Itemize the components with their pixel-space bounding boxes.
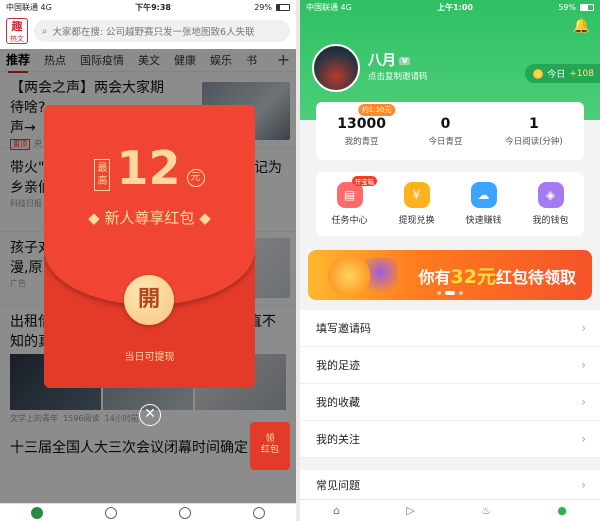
coin-icon xyxy=(533,68,544,79)
task-center-button[interactable]: 开宝箱 ▤ 任务中心 xyxy=(320,176,380,226)
fire-icon[interactable] xyxy=(179,506,191,519)
treasure-badge: 开宝箱 xyxy=(351,176,377,186)
carrier: 中国联通 xyxy=(306,2,338,12)
stats-card: 约1.30元 13000 我的青豆 0 今日青豆 1 今日阅读(分钟) xyxy=(316,102,584,160)
status-bar: 中国联通 4G 下午9:38 29% xyxy=(0,0,296,14)
promo-banner[interactable]: 你有32元红包待领取 xyxy=(308,250,592,300)
quick-earn-button[interactable]: ☁ 快速赚钱 xyxy=(454,182,514,226)
left-phone-screen: 中国联通 4G 下午9:38 29% 趣热文 ⌕ 大家都在搜: 公司越野赛只发一张… xyxy=(0,0,296,521)
purse-icon: ◈ xyxy=(537,182,564,208)
home-icon[interactable] xyxy=(31,506,43,519)
max-label: 最高 xyxy=(94,159,111,191)
avatar[interactable] xyxy=(312,44,360,92)
video-icon[interactable] xyxy=(105,506,117,519)
amount-unit: 元 xyxy=(186,169,205,187)
menu-following[interactable]: 我的关注 › xyxy=(300,421,600,458)
menu-favorites[interactable]: 我的收藏 › xyxy=(300,384,600,421)
amount-value: 12 xyxy=(116,141,181,195)
network: 4G xyxy=(340,2,352,12)
envelope-subtitle: 当日可提现 xyxy=(124,352,175,363)
right-phone-screen: 中国联通 4G 上午1:00 59% 🔔 八月 V 点击复制邀请码 今日 +108 … xyxy=(300,0,600,521)
stat-today-beans[interactable]: 0 今日青豆 xyxy=(429,116,463,147)
bell-icon[interactable]: 🔔 xyxy=(573,18,590,34)
battery-percent: 59% xyxy=(558,2,576,12)
cloud-icon: ☁ xyxy=(470,182,497,208)
clock: 上午1:00 xyxy=(437,2,473,12)
carousel-dots xyxy=(308,291,592,295)
stat-today-reading[interactable]: 1 今日阅读(分钟) xyxy=(505,116,563,147)
search-icon: ⌕ xyxy=(42,25,48,37)
claim-envelope-button[interactable]: 领红包 xyxy=(250,422,290,470)
profile-icon[interactable] xyxy=(253,506,265,519)
video-icon[interactable]: ▷ xyxy=(406,504,414,517)
copy-invite-code[interactable]: 点击复制邀请码 xyxy=(368,70,428,82)
search-input[interactable]: ⌕ 大家都在搜: 公司越野赛只发一张地图致6人失联 xyxy=(34,20,290,42)
clock: 下午9:38 xyxy=(135,2,171,12)
open-envelope-button[interactable]: 開 xyxy=(124,275,174,325)
battery-percent: 29% xyxy=(254,2,272,12)
home-icon[interactable]: ⌂ xyxy=(333,504,340,517)
profile-icon[interactable]: ● xyxy=(557,504,567,517)
app-logo[interactable]: 趣热文 xyxy=(6,18,28,44)
stat-my-beans[interactable]: 约1.30元 13000 我的青豆 xyxy=(337,103,396,147)
vip-badge: V xyxy=(399,57,411,65)
bottom-tab-bar: ⌂ ▷ ♨ ● xyxy=(300,499,600,521)
network: 4G xyxy=(40,2,52,12)
bottom-tab-bar xyxy=(0,503,296,521)
menu-invite-code[interactable]: 填写邀请码 › xyxy=(300,310,600,347)
banner-text: 你有32元红包待领取 xyxy=(418,266,576,288)
bean-value-bubble: 约1.30元 xyxy=(357,103,396,116)
feature-grid: 开宝箱 ▤ 任务中心 ¥ 提现兑换 ☁ 快速赚钱 ◈ 我的钱包 xyxy=(316,172,584,236)
envelope-amount: 最高 12 元 xyxy=(44,145,255,191)
menu-history[interactable]: 我的足迹 › xyxy=(300,347,600,384)
help-menu: 常见问题 › xyxy=(300,470,600,500)
today-earnings-chip[interactable]: 今日 +108 xyxy=(525,64,600,83)
chevron-right-icon: › xyxy=(581,358,586,372)
withdraw-button[interactable]: ¥ 提现兑换 xyxy=(387,182,447,226)
carrier: 中国联通 xyxy=(6,2,38,12)
battery-icon xyxy=(276,3,290,11)
close-icon[interactable]: ✕ xyxy=(139,404,161,426)
status-bar: 中国联通 4G 上午1:00 59% xyxy=(300,0,600,14)
battery-icon xyxy=(580,3,594,11)
envelope-title: ◆ 新人尊享红包 ◆ xyxy=(88,209,211,227)
fire-icon[interactable]: ♨ xyxy=(481,504,491,517)
chevron-right-icon: › xyxy=(581,477,586,492)
red-envelope-popup: 最高 12 元 ◆ 新人尊享红包 ◆ 開 当日可提现 xyxy=(44,105,255,388)
search-text: 大家都在搜: 公司越野赛只发一张地图致6人失联 xyxy=(52,27,255,38)
username: 八月 V xyxy=(368,50,411,70)
wallet-icon: ¥ xyxy=(403,182,430,208)
chevron-right-icon: › xyxy=(581,395,586,409)
my-wallet-button[interactable]: ◈ 我的钱包 xyxy=(521,182,581,226)
settings-menu: 填写邀请码 › 我的足迹 › 我的收藏 › 我的关注 › xyxy=(300,310,600,458)
chevron-right-icon: › xyxy=(581,432,586,446)
chevron-right-icon: › xyxy=(581,321,586,335)
banner-decoration xyxy=(328,258,398,294)
menu-faq[interactable]: 常见问题 › xyxy=(300,470,600,500)
